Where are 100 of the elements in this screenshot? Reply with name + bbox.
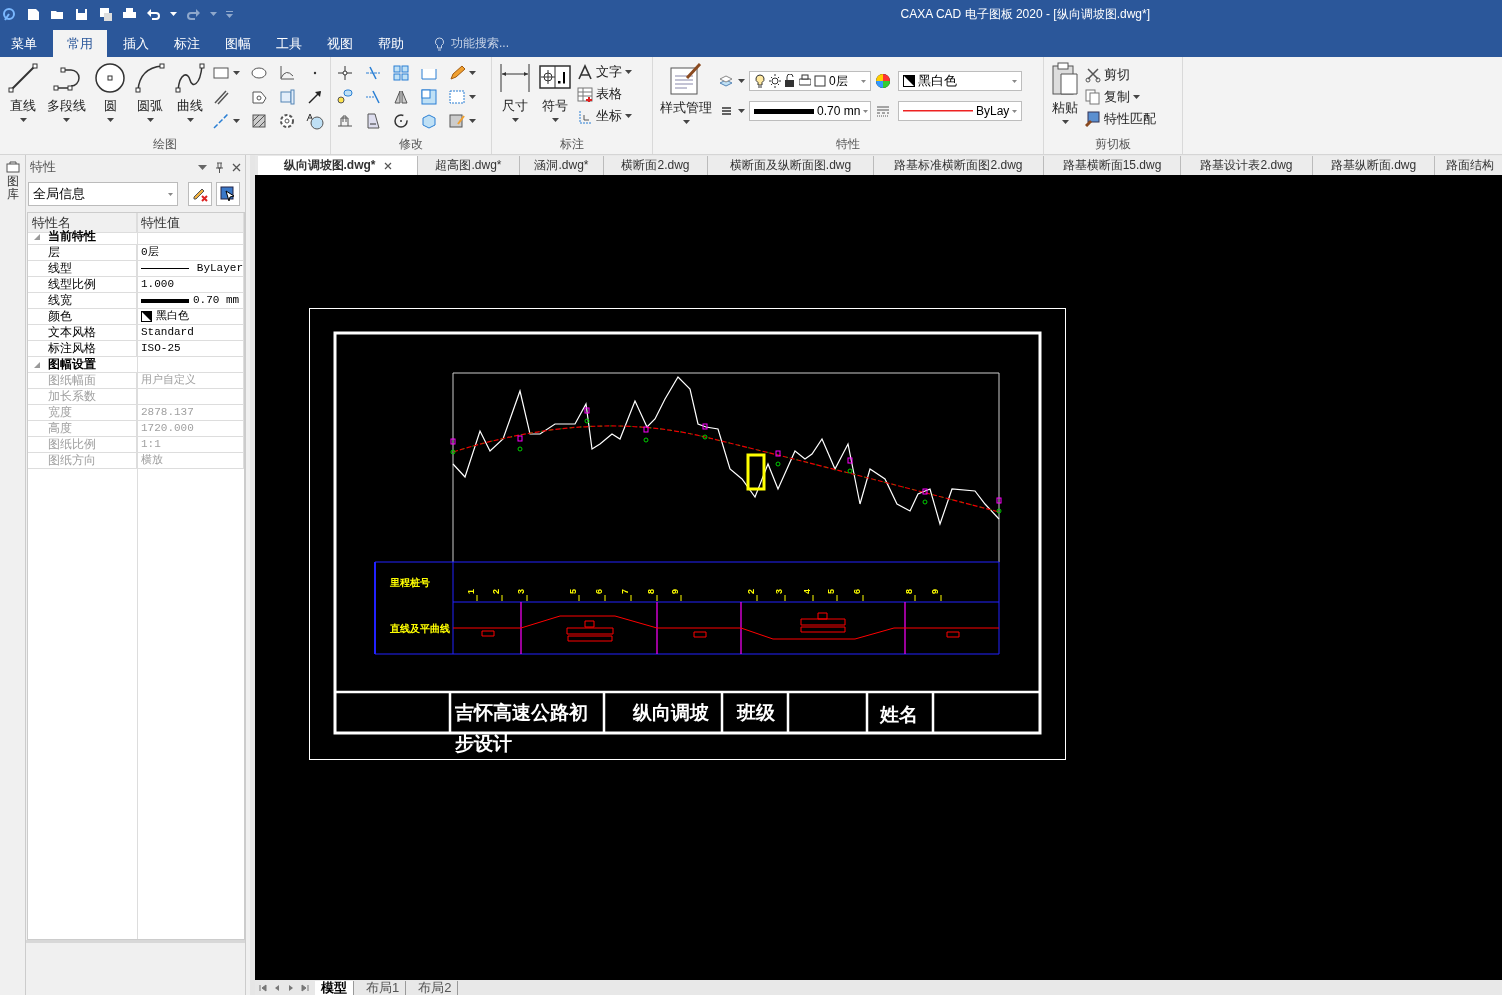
color-dropdown[interactable]: 黑白色 (898, 71, 1022, 91)
rotate-icon[interactable] (392, 112, 410, 130)
draw-tool-button[interactable]: 圆 (92, 60, 128, 124)
annotate-tool-button[interactable]: 文字 (577, 62, 632, 82)
document-tab[interactable]: 路基设计表2.dwg (1181, 156, 1313, 175)
pencil-icon[interactable] (448, 64, 466, 82)
save-all-icon[interactable] (98, 6, 113, 22)
color-wheel-icon[interactable] (875, 73, 891, 89)
next-icon[interactable] (287, 983, 295, 992)
caret-icon[interactable] (469, 95, 476, 99)
extend-icon[interactable] (364, 88, 382, 106)
polygon-icon[interactable] (250, 88, 268, 106)
lineweight-dropdown[interactable]: 0.70 mn (749, 101, 871, 121)
grid-array-icon[interactable] (392, 64, 410, 82)
caret-icon[interactable] (233, 119, 240, 123)
caret-icon[interactable] (625, 70, 632, 74)
selector-dropdown[interactable]: 全局信息 (28, 182, 178, 206)
ribbon-tab[interactable]: 菜单 (2, 30, 46, 57)
annotate-tool-button[interactable]: 符号 (537, 60, 573, 124)
draw-tool-button[interactable]: 多段线 (45, 60, 88, 124)
clipboard-tool-button[interactable]: 剪切 (1085, 65, 1156, 85)
ribbon-tab[interactable]: 标注 (165, 30, 209, 57)
scale-icon[interactable] (420, 88, 438, 106)
caret-icon[interactable] (469, 71, 476, 75)
previous-icon[interactable] (273, 983, 281, 992)
caret-icon[interactable] (63, 118, 70, 122)
document-tab[interactable]: 横断面2.dwg (604, 156, 708, 175)
layout-tab[interactable]: 模型 (315, 980, 354, 995)
centerline-icon[interactable] (212, 112, 230, 130)
hatch-icon[interactable] (250, 112, 268, 130)
layout-tab[interactable]: 布局1 (360, 980, 407, 995)
annotate-tool-button[interactable]: 坐标 (577, 106, 632, 126)
trim-icon[interactable] (364, 64, 382, 82)
caret-icon[interactable] (551, 118, 559, 122)
caret-icon[interactable] (186, 118, 194, 122)
ribbon-tab[interactable]: 帮助 (369, 30, 413, 57)
caret-icon[interactable] (1133, 95, 1140, 99)
caret-icon[interactable] (511, 118, 519, 122)
stretch-icon[interactable] (364, 112, 382, 130)
clipboard-tool-button[interactable]: 特性匹配 (1085, 109, 1156, 129)
ribbon-tab[interactable]: 常用 (53, 30, 107, 57)
box-icon[interactable] (420, 112, 438, 130)
gear-icon[interactable] (278, 112, 296, 130)
annotate-tool-button[interactable]: 表格 (577, 84, 632, 104)
caret-icon[interactable] (233, 71, 240, 75)
document-tab[interactable]: 路基纵断面.dwg (1313, 156, 1435, 175)
axis-icon[interactable] (278, 64, 296, 82)
app-logo-icon[interactable] (2, 6, 17, 22)
document-tab[interactable]: 路面结构 (1435, 156, 1502, 175)
ellipse-icon[interactable] (250, 64, 268, 82)
document-tab[interactable]: 路基横断面15.dwg (1044, 156, 1181, 175)
new-file-icon[interactable] (26, 6, 41, 22)
ribbon-tab[interactable]: 视图 (318, 30, 362, 57)
caret-icon[interactable] (106, 118, 114, 122)
ribbon-tab[interactable]: 工具 (267, 30, 311, 57)
feature-search-field[interactable]: 功能搜索... (451, 35, 509, 52)
caret-icon[interactable] (469, 119, 476, 123)
caret-icon[interactable] (738, 79, 745, 83)
document-tab[interactable]: 超高图.dwg* (418, 156, 520, 175)
collapse-triangle-icon[interactable] (34, 361, 40, 368)
close-icon[interactable] (232, 162, 241, 172)
ribbon-tab[interactable]: 图幅 (216, 30, 260, 57)
caret-icon[interactable] (625, 114, 632, 118)
library-tab[interactable]: 图库 (6, 175, 19, 202)
linetype-dropdown[interactable]: ByLay (898, 101, 1022, 121)
document-tab[interactable]: 横断面及纵断面图.dwg (708, 156, 874, 175)
caret-icon[interactable] (170, 12, 177, 16)
dropdown-icon[interactable] (198, 164, 207, 170)
collapse-triangle-icon[interactable] (34, 233, 40, 240)
library-icon[interactable] (5, 161, 20, 173)
clear-button[interactable] (188, 182, 212, 206)
draw-tool-button[interactable]: 圆弧 (132, 60, 168, 124)
first-page-icon[interactable] (259, 983, 267, 992)
offset-icon[interactable] (336, 112, 354, 130)
ribbon-tab[interactable]: 插入 (114, 30, 158, 57)
document-tab[interactable]: 涵洞.dwg* (520, 156, 604, 175)
style-manager-button[interactable]: 样式管理 (658, 60, 714, 126)
annotate-tool-button[interactable]: 尺寸 (497, 60, 533, 124)
copy-shapes-icon[interactable] (336, 88, 354, 106)
arrow-icon[interactable] (306, 88, 324, 106)
tab-close-icon[interactable] (383, 161, 392, 170)
draw-tool-button[interactable]: 曲线 (172, 60, 208, 124)
text-fill-icon[interactable] (306, 112, 324, 130)
quick-select-button[interactable] (216, 182, 240, 206)
document-tab[interactable]: 路基标准横断面图2.dwg (874, 156, 1044, 175)
last-page-icon[interactable] (301, 983, 309, 992)
caret-icon[interactable] (738, 109, 745, 113)
caret-icon[interactable] (1061, 120, 1069, 124)
document-tab[interactable]: 纵向调坡图.dwg* (258, 156, 418, 175)
move-icon[interactable] (336, 64, 354, 82)
caret-icon[interactable] (682, 120, 690, 124)
paste-button[interactable]: 粘贴 (1049, 60, 1081, 126)
double-line-icon[interactable] (212, 88, 230, 106)
mirror-icon[interactable] (392, 88, 410, 106)
layer-dropdown[interactable]: 0层 (749, 71, 871, 91)
clipboard-tool-button[interactable]: 复制 (1085, 87, 1156, 107)
pin-icon[interactable] (215, 161, 224, 173)
caret-icon[interactable] (146, 118, 154, 122)
layout-tab[interactable]: 布局2 (412, 980, 459, 995)
draw-tool-button[interactable]: 直线 (5, 60, 41, 124)
